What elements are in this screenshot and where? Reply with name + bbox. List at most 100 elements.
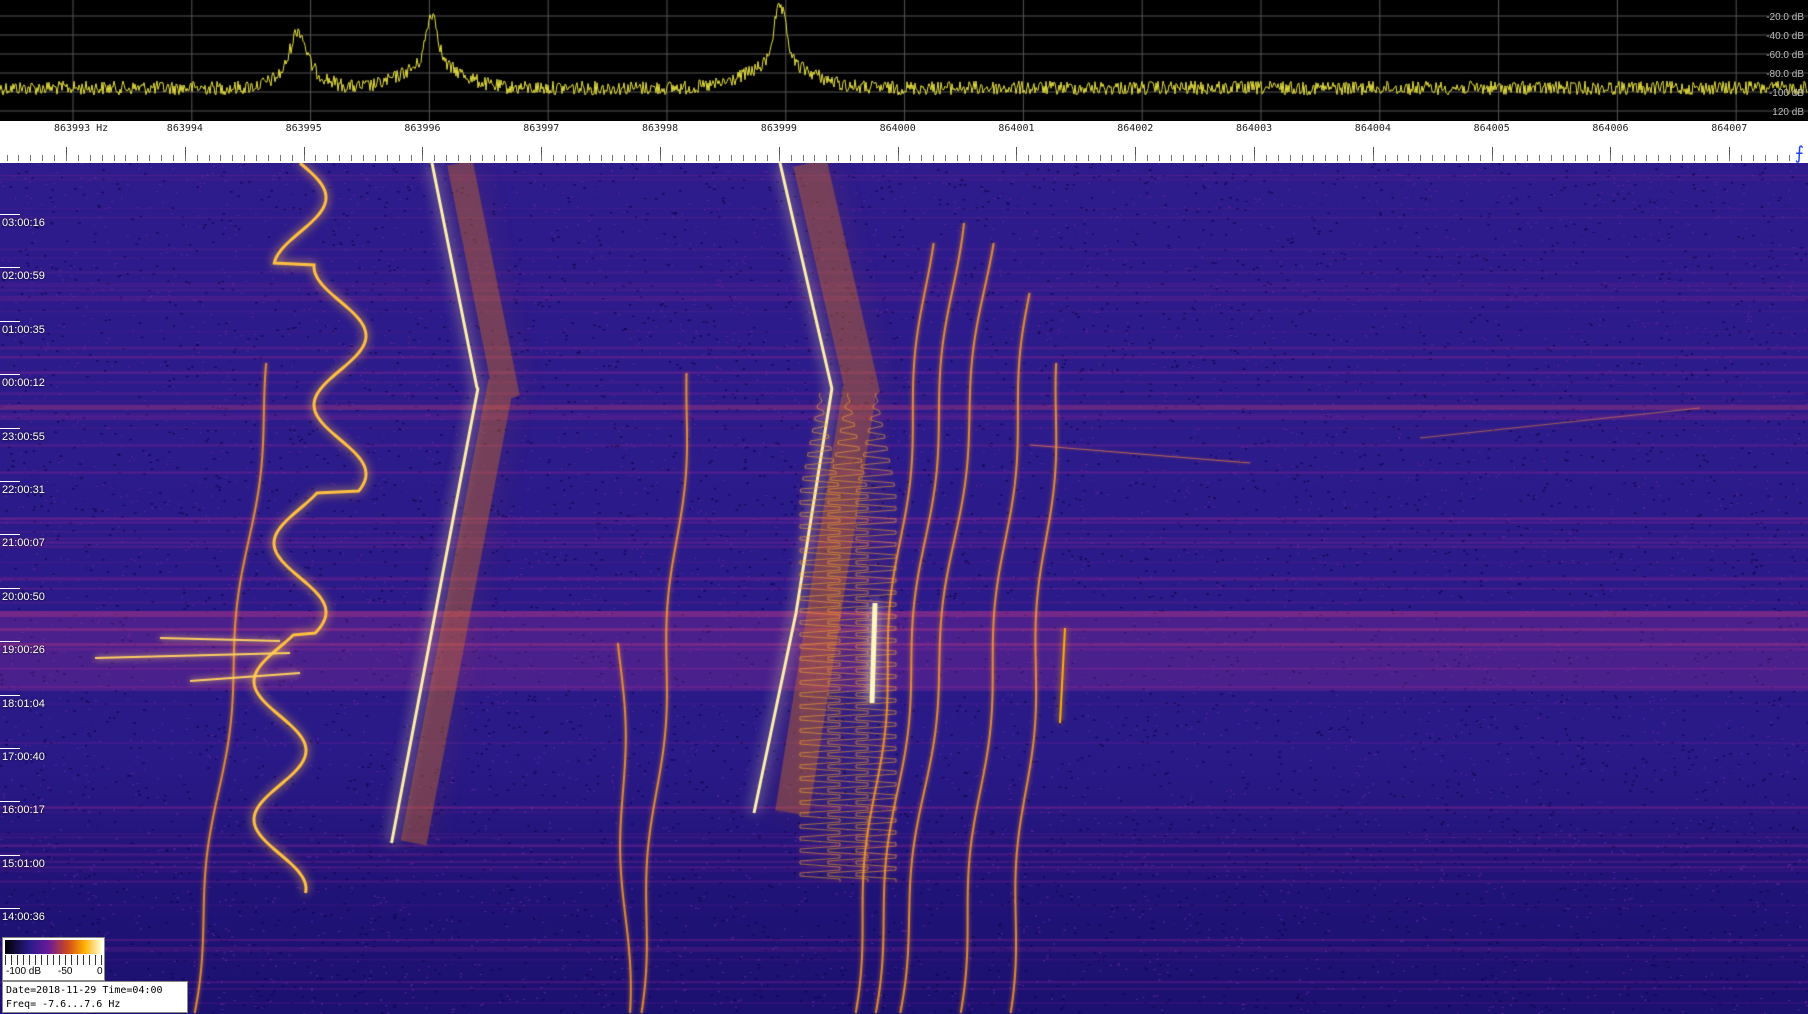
freq-minor-tick bbox=[743, 155, 744, 161]
freq-tick-label: 863993 Hz bbox=[54, 123, 109, 134]
freq-minor-tick bbox=[244, 155, 245, 161]
freq-minor-tick bbox=[220, 155, 221, 161]
freq-minor-tick bbox=[1503, 155, 1504, 161]
freq-minor-tick bbox=[18, 155, 19, 161]
freq-tick-label: 864006 bbox=[1592, 123, 1629, 134]
freq-minor-tick bbox=[1694, 155, 1695, 161]
freq-minor-tick bbox=[149, 155, 150, 161]
freq-minor-tick bbox=[1242, 155, 1243, 161]
waterfall-display[interactable]: 03:00:16 02:00:59 01:00:35 00:00:12 23:00:55… bbox=[0, 163, 1808, 1014]
freq-minor-tick bbox=[1515, 155, 1516, 161]
freq-minor-tick bbox=[517, 155, 518, 161]
freq-minor-tick bbox=[1230, 155, 1231, 161]
legend-min-label: -100 dB bbox=[6, 966, 42, 977]
freq-minor-tick bbox=[708, 155, 709, 161]
freq-minor-tick bbox=[945, 155, 946, 161]
freq-minor-tick bbox=[993, 155, 994, 161]
freq-minor-tick bbox=[351, 155, 352, 161]
freq-minor-tick bbox=[791, 155, 792, 161]
freq-minor-tick bbox=[1539, 155, 1540, 161]
freq-minor-tick bbox=[1468, 155, 1469, 161]
freq-tick-label: 864004 bbox=[1354, 123, 1391, 134]
freq-minor-tick bbox=[422, 155, 423, 161]
freq-minor-tick bbox=[470, 155, 471, 161]
time-tick-label: 17:00:40 bbox=[0, 748, 45, 763]
freq-minor-tick bbox=[1040, 155, 1041, 161]
time-tick-label: 19:00:26 bbox=[0, 641, 45, 657]
spectrum-trace bbox=[0, 0, 1808, 121]
db-scale-label: -80.0 dB bbox=[1766, 69, 1804, 80]
time-tick-label: 22:00:31 bbox=[0, 481, 45, 496]
freq-minor-tick bbox=[1052, 155, 1053, 161]
freq-minor-tick bbox=[1254, 155, 1255, 161]
freq-minor-tick bbox=[1777, 155, 1778, 161]
freq-minor-tick bbox=[197, 155, 198, 161]
freq-minor-tick bbox=[1159, 155, 1160, 161]
freq-minor-tick bbox=[898, 155, 899, 161]
freq-minor-tick bbox=[529, 155, 530, 161]
freq-minor-tick bbox=[1111, 155, 1112, 161]
freq-minor-tick bbox=[601, 155, 602, 161]
freq-minor-tick bbox=[1563, 155, 1564, 161]
freq-minor-tick bbox=[42, 155, 43, 161]
time-tick-label: 21:00:07 bbox=[0, 534, 45, 550]
freq-minor-tick bbox=[1218, 155, 1219, 161]
freq-minor-tick bbox=[1349, 155, 1350, 161]
freq-minor-tick bbox=[458, 155, 459, 161]
freq-minor-tick bbox=[137, 155, 138, 161]
freq-minor-tick bbox=[1420, 155, 1421, 161]
freq-minor-tick bbox=[54, 155, 55, 161]
freq-tick-label: 864002 bbox=[1117, 123, 1154, 134]
freq-minor-tick bbox=[339, 155, 340, 161]
legend-max-label: 0 bbox=[97, 966, 103, 977]
freq-minor-tick bbox=[1088, 155, 1089, 161]
freq-minor-tick bbox=[1789, 155, 1790, 161]
freq-minor-tick bbox=[1028, 155, 1029, 161]
freq-minor-tick bbox=[862, 155, 863, 161]
freq-minor-tick bbox=[1135, 155, 1136, 161]
freq-minor-tick bbox=[1765, 155, 1766, 161]
spectrum-panel[interactable]: -20.0 dB -40.0 dB -60.0 dB -80.0 dB -100 dB 1… bbox=[0, 0, 1808, 121]
db-scale-label: -100 dB bbox=[1768, 88, 1804, 99]
freq-minor-tick bbox=[434, 155, 435, 161]
freq-minor-tick bbox=[755, 155, 756, 161]
freq-minor-tick bbox=[589, 155, 590, 161]
freq-minor-tick bbox=[446, 155, 447, 161]
freq-minor-tick bbox=[684, 155, 685, 161]
freq-minor-tick bbox=[1171, 155, 1172, 161]
freq-minor-tick bbox=[696, 155, 697, 161]
time-tick-label: 03:00:16 bbox=[0, 214, 45, 229]
color-scale-bar bbox=[5, 940, 102, 954]
time-tick-label: 15:01:00 bbox=[0, 854, 45, 870]
time-tick-label: 00:00:12 bbox=[0, 374, 45, 390]
freq-minor-tick bbox=[957, 155, 958, 161]
freq-minor-tick bbox=[1444, 155, 1445, 161]
freq-minor-tick bbox=[1587, 155, 1588, 161]
date-time-line: Date=2018-11-29 Time=04:00 bbox=[6, 985, 163, 996]
freq-minor-tick bbox=[256, 155, 257, 161]
freq-minor-tick bbox=[494, 155, 495, 161]
freq-minor-tick bbox=[1634, 155, 1635, 161]
freq-minor-tick bbox=[315, 155, 316, 161]
color-scale-ticks bbox=[5, 955, 102, 965]
ruler-handle-icon[interactable]: ⨍ bbox=[1795, 143, 1804, 163]
db-scale-label: -20.0 dB bbox=[1766, 12, 1804, 23]
freq-tick-label: 863997 bbox=[523, 123, 560, 134]
freq-minor-tick bbox=[1527, 155, 1528, 161]
freq-minor-tick bbox=[1076, 155, 1077, 161]
freq-minor-tick bbox=[1610, 155, 1611, 161]
time-tick-label: 14:00:36 bbox=[0, 908, 45, 924]
freq-minor-tick bbox=[1325, 155, 1326, 161]
freq-minor-tick bbox=[66, 155, 67, 161]
frequency-ruler[interactable]: 863993 Hz 863994 863995 863996 863997 863998 8… bbox=[0, 121, 1808, 163]
freq-minor-tick bbox=[1195, 155, 1196, 161]
freq-minor-tick bbox=[1183, 155, 1184, 161]
freq-minor-tick bbox=[1480, 155, 1481, 161]
freq-minor-tick bbox=[921, 155, 922, 161]
freq-tick-label: 863996 bbox=[404, 123, 441, 134]
freq-minor-tick bbox=[624, 155, 625, 161]
freq-minor-tick bbox=[814, 155, 815, 161]
freq-minor-tick bbox=[78, 155, 79, 161]
freq-minor-tick bbox=[803, 155, 804, 161]
freq-tick-label: 864000 bbox=[879, 123, 916, 134]
